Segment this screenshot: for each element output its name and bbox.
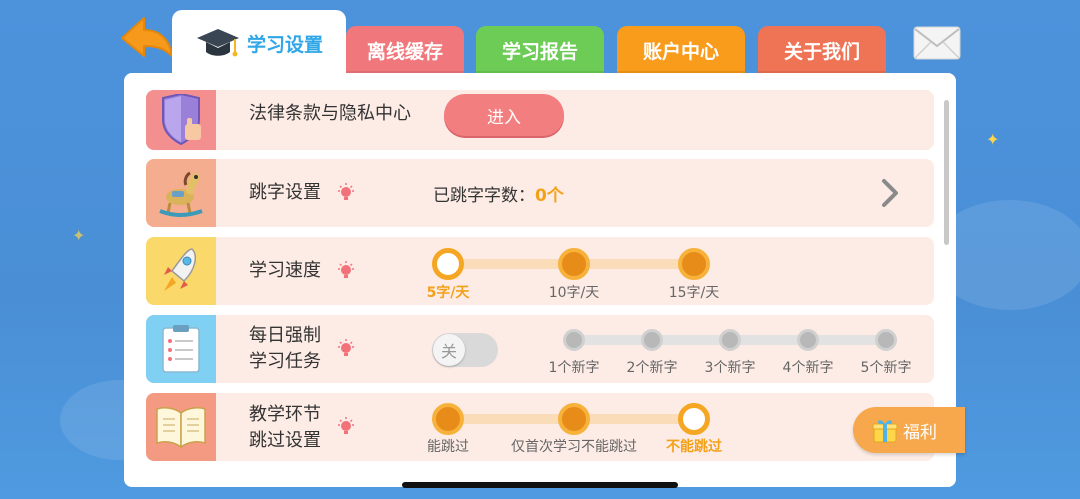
skipped-count: 已跳字字数：0个 [433,181,564,206]
welfare-label: 福利 [903,422,937,443]
welfare-button[interactable]: 福利 [853,407,965,453]
tab-label: 关于我们 [783,40,860,63]
daily-task-label-line1: 每日强制 [249,325,321,346]
skip-words-row[interactable]: 跳字设置 已跳字字数：0个 [146,159,934,227]
daily-option-label: 5个新字 [860,360,912,376]
open-book-icon [146,393,216,461]
daily-option-4[interactable] [797,329,819,351]
enter-button[interactable]: 进入 [444,94,564,136]
horse-toy-icon [146,159,216,227]
daily-option-label: 4个新字 [782,360,834,376]
daily-task-toggle[interactable]: 关 [432,333,498,367]
speed-option-label: 5字/天 [426,285,470,301]
daily-option-1[interactable] [563,329,585,351]
daily-option-label: 1个新字 [548,360,600,376]
tab-learning-settings[interactable]: 学习设置 [172,10,346,76]
daily-option-label: 3个新字 [704,360,756,376]
rocket-icon [146,237,216,305]
graduation-cap-icon [196,29,239,57]
teaching-skip-label-line1: 教学环节 [249,404,321,425]
hint-bulb-icon[interactable] [336,339,356,359]
daily-option-2[interactable] [641,329,663,351]
skipped-count-value: 0个 [535,186,564,206]
tab-account-center[interactable]: 账户中心 [617,26,745,74]
daily-option-label: 2个新字 [626,360,678,376]
legal-label: 法律条款与隐私中心 [249,103,411,124]
daily-option-3[interactable] [719,329,741,351]
home-indicator[interactable] [402,482,678,488]
speed-option-1[interactable] [432,248,464,280]
teaching-skip-label-line2: 跳过设置 [249,430,321,451]
hint-bulb-icon[interactable] [336,417,356,437]
toggle-knob: 关 [433,334,465,366]
speed-option-label: 15字/天 [668,285,720,301]
legal-row: 法律条款与隐私中心 进入 [146,90,934,150]
skip-words-label: 跳字设置 [249,182,321,203]
tab-offline-cache[interactable]: 离线缓存 [346,26,464,74]
hint-bulb-icon[interactable] [336,261,356,281]
learning-speed-label: 学习速度 [249,260,321,281]
tab-label: 学习设置 [246,33,323,56]
checklist-icon [146,315,216,383]
daily-task-label-line2: 学习任务 [249,351,321,372]
hint-bulb-icon[interactable] [336,183,356,203]
skipped-count-label: 已跳字字数： [433,186,535,206]
mail-icon[interactable] [913,26,961,60]
teaching-option-3[interactable] [678,403,710,435]
teaching-option-label: 不能跳过 [666,439,722,455]
tab-label: 账户中心 [642,40,719,63]
chevron-right-icon[interactable] [878,177,902,209]
daily-option-5[interactable] [875,329,897,351]
shield-hand-icon [146,90,216,150]
teaching-skip-row: 教学环节 跳过设置 能跳过 仅首次学习不能跳过 不能跳过 [146,393,934,461]
learning-speed-row: 学习速度 5字/天 10字/天 15字/天 [146,237,934,305]
teaching-option-label: 能跳过 [427,439,469,455]
teaching-option-label: 仅首次学习不能跳过 [511,439,637,455]
teaching-option-1[interactable] [432,403,464,435]
speed-option-3[interactable] [678,248,710,280]
back-arrow-icon[interactable] [118,14,176,60]
scrollbar[interactable] [944,100,949,245]
tab-learning-report[interactable]: 学习报告 [476,26,604,74]
gift-icon [872,420,898,443]
teaching-option-2[interactable] [558,403,590,435]
tab-about-us[interactable]: 关于我们 [758,26,886,74]
tab-label: 离线缓存 [366,40,443,63]
star-decoration: ✦ [986,130,1000,149]
speed-option-2[interactable] [558,248,590,280]
speed-option-label: 10字/天 [548,285,600,301]
daily-task-row: 每日强制 学习任务 关 1个新字 2个新字 3个新字 4个新字 5个新字 [146,315,934,383]
tab-label: 学习报告 [501,40,578,63]
star-decoration: ✦ [72,226,86,245]
